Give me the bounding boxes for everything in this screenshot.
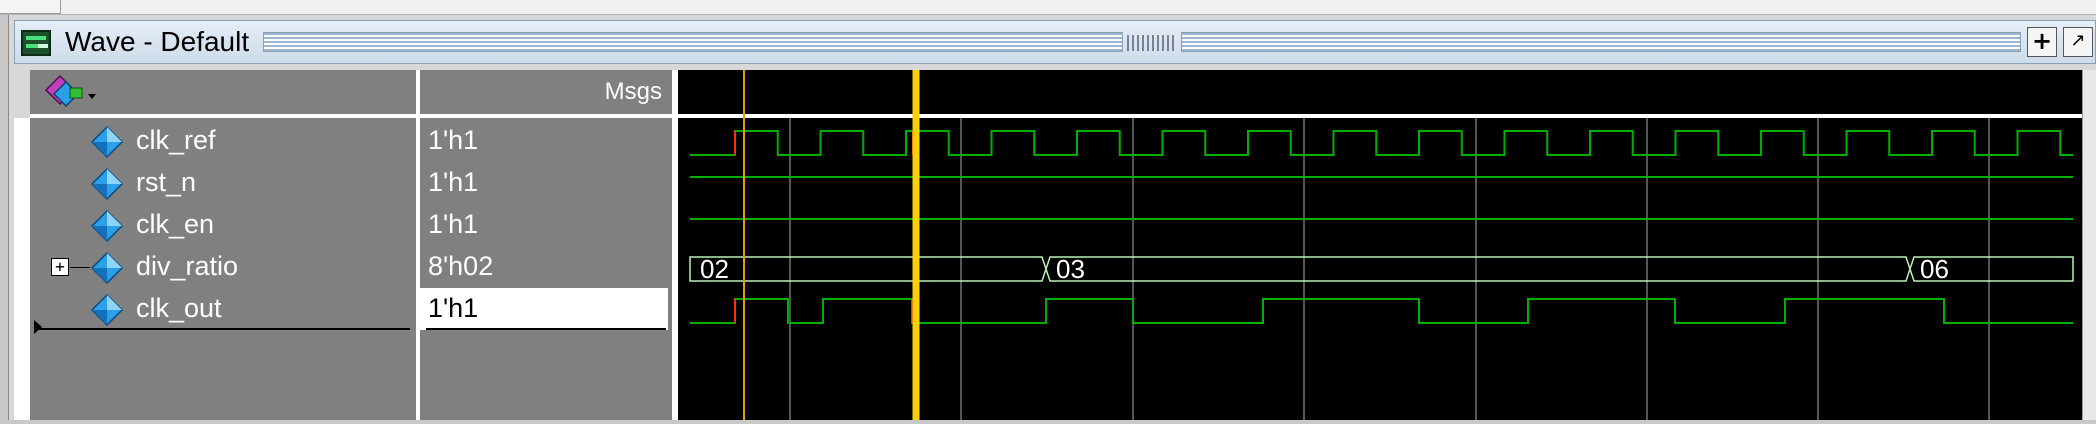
signal-diamond-icon [90,209,124,243]
clk-out-trace [690,298,2073,324]
title-grip-right[interactable] [1181,32,2021,52]
insertion-marker-value [426,328,666,330]
signal-names-pane[interactable]: clk_ref rst_n clk_en + div_ratio clk_out [30,70,416,420]
div-ratio-value-label: 06 [1920,254,1949,284]
value-row-clk_out[interactable]: 1'h1 [420,288,672,330]
wave-window-icon [21,30,51,56]
signal-row-rst_n[interactable]: rst_n [30,162,416,204]
signal-name: clk_en [136,209,215,239]
value-row-clk_en[interactable]: 1'h1 [420,204,672,246]
signal-diamond-icon [90,293,124,327]
div-ratio-segment [1045,256,1911,282]
top-tab-strip [0,0,2096,15]
undock-button[interactable]: ↗ [2063,27,2093,57]
signal-value: 1'h1 [428,125,479,155]
signal-row-div_ratio[interactable]: + div_ratio [30,246,416,288]
add-button[interactable]: + [2027,27,2057,57]
window-title: Wave - Default [65,26,250,57]
signal-row-clk_en[interactable]: clk_en [30,204,416,246]
signal-diamond-icon [90,125,124,159]
wave-window-titlebar[interactable]: Wave - Default + ↗ [14,20,2096,64]
signal-value: 1'h1 [428,209,479,239]
wave-header-separator [678,114,2082,118]
value-row-rst_n[interactable]: 1'h1 [420,162,672,204]
value-row-clk_ref[interactable]: 1'h1 [420,120,672,162]
expand-icon[interactable]: + [51,258,69,276]
signal-diamond-icon [90,251,124,285]
signal-value: 1'h1 [428,167,479,197]
tab-stub[interactable] [0,0,61,14]
value-row-div_ratio[interactable]: 8'h02 [420,246,672,288]
signal-name: clk_out [136,293,222,323]
add-signal-tool-icon[interactable] [40,72,100,112]
signal-values-pane[interactable]: Msgs 1'h1 1'h1 1'h1 8'h02 1'h1 [420,70,672,420]
signal-row-clk_ref[interactable]: clk_ref [30,120,416,162]
title-grip-left[interactable] [263,32,1123,52]
signal-name: div_ratio [136,251,239,281]
msgs-column-label: Msgs [604,78,662,105]
drag-handle-icon[interactable] [1127,35,1175,51]
vertical-scrollbar[interactable] [2082,70,2096,420]
insertion-arrow-icon [34,320,42,334]
div-ratio-value-label: 03 [1056,254,1085,284]
clk-ref-trace [690,130,2073,156]
tree-connector [70,267,90,268]
signal-name: clk_ref [136,125,216,155]
signal-value: 8'h02 [428,251,494,281]
signal-name: rst_n [136,167,197,197]
signal-diamond-icon [90,167,124,201]
waveform-pane[interactable]: 02 03 06 [678,70,2082,420]
waveform-canvas[interactable]: 02 03 06 [678,70,2082,420]
names-header [30,70,416,118]
div-ratio-value-label: 02 [700,254,729,284]
signal-row-clk_out[interactable]: clk_out [30,288,416,334]
left-gutter [14,118,30,420]
values-header: Msgs [420,70,672,118]
insertion-marker [38,328,410,330]
signal-value: 1'h1 [428,293,479,323]
selected-row-bg [30,288,416,330]
